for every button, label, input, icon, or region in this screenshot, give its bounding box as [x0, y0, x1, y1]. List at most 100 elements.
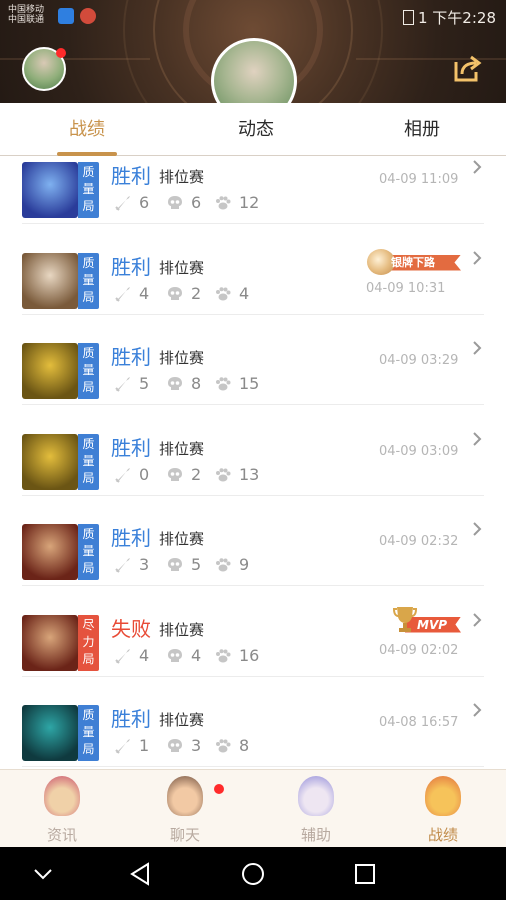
sword-icon [115, 286, 130, 302]
mode-tag-char: 量 [82, 453, 95, 468]
match-result: 胜利 [111, 707, 151, 731]
mvp-badge: MVP [391, 605, 461, 637]
sword-icon [115, 648, 130, 664]
nav-item-1[interactable]: 聊天 [145, 770, 225, 848]
match-time: 04-08 16:57 [379, 715, 459, 730]
mode-tag-char: 质 [82, 346, 95, 360]
mode-tag-char: 量 [82, 363, 95, 377]
assists-count: 4 [239, 283, 250, 303]
nav-label: 战绩 [427, 826, 458, 844]
mode-tag-char: 尽 [82, 617, 95, 632]
skull-icon [168, 467, 182, 481]
blue-dragon-hero-avatar [22, 162, 78, 218]
match-time: 04-09 02:02 [379, 642, 459, 658]
carrier-line: 中国移动 [8, 5, 45, 15]
assists-count: 9 [239, 555, 250, 574]
mode-tag: 尽力局 [78, 614, 99, 671]
match-list[interactable]: 质量局胜利 排位赛 6 6 12 04-09 11:09 质量局胜利 排位赛 4 2 4 04-09 … [0, 156, 506, 769]
paw-icon [216, 377, 231, 391]
sword-icon [115, 558, 130, 573]
red-armor-hero-avatar [22, 524, 78, 580]
nav-item-3[interactable]: 战绩 [403, 770, 483, 848]
deaths-count: 4 [191, 645, 202, 665]
deaths-count: 3 [191, 736, 202, 755]
match-row[interactable]: 尽力局失败 排位赛 4 4 16 04-09 02:02 MVP [0, 587, 506, 677]
sword-icon [115, 196, 130, 211]
match-row[interactable]: 质量局胜利 排位赛 0 2 13 04-09 03:09 [0, 406, 506, 496]
match-type: 排位赛 [159, 620, 205, 639]
mode-tag-char: 量 [82, 272, 95, 287]
mode-tag-char: 局 [82, 561, 95, 575]
tab-album[interactable]: 相册 [362, 103, 482, 156]
assists-count: 15 [239, 374, 260, 393]
mode-tag-char: 局 [82, 199, 95, 213]
sword-icon [115, 467, 130, 483]
mode-tag-char: 质 [82, 527, 95, 541]
home-icon[interactable] [238, 859, 268, 889]
mode-tag-char: 局 [82, 470, 95, 485]
match-type: 排位赛 [159, 168, 205, 186]
match-row[interactable]: 质量局胜利 排位赛 3 5 9 04-09 02:32 [0, 496, 506, 586]
mode-tag-char: 局 [82, 742, 95, 756]
mode-tag: 质量局 [78, 252, 99, 309]
back-icon[interactable] [126, 859, 156, 889]
share-icon[interactable] [452, 54, 482, 84]
match-row[interactable]: 质量局胜利 排位赛 6 6 12 04-09 11:09 [0, 156, 506, 224]
mode-tag: 质量局 [78, 524, 99, 580]
hide-keyboard-icon[interactable] [28, 859, 58, 889]
chevron-right-icon[interactable] [470, 249, 484, 267]
match-row[interactable]: 质量局胜利 排位赛 4 2 4 04-09 10:31 银牌下路 [0, 225, 506, 315]
skull-icon [168, 286, 182, 300]
mech-hero-avatar [22, 705, 78, 761]
chevron-right-icon[interactable] [470, 339, 484, 357]
match-result: 失败 [111, 616, 151, 641]
nav-item-2[interactable]: 辅助 [276, 770, 356, 848]
nav-item-0[interactable]: 资讯 [22, 770, 102, 848]
bottom-nav: 资讯 聊天 辅助 战绩 [0, 769, 506, 847]
nav-label: 资讯 [46, 826, 77, 844]
nav-label: 辅助 [300, 826, 331, 844]
skull-icon [168, 648, 182, 662]
kills-count: 4 [139, 645, 150, 665]
mode-tag-char: 质 [82, 255, 95, 270]
tab-record[interactable]: 战绩 [27, 103, 147, 156]
recents-icon[interactable] [350, 859, 380, 889]
assists-count: 12 [239, 193, 260, 212]
silver-rank-badge: 银牌下路 [367, 248, 461, 275]
paw-icon [216, 558, 231, 572]
kills-count: 3 [139, 555, 150, 574]
skull-icon [168, 196, 182, 209]
mode-tag: 质量局 [78, 162, 99, 218]
status-right: 1 下午2:28 [403, 7, 496, 28]
paw-icon [216, 286, 231, 300]
mode-tag-char: 量 [82, 725, 95, 739]
carrier-text: 中国移动 中国联通 [8, 5, 58, 25]
golden-warrior-hero-avatar [22, 343, 78, 399]
old-sage-hero-avatar [22, 252, 78, 309]
kills-count: 4 [139, 283, 150, 303]
mode-tag-char: 局 [82, 380, 95, 394]
mode-tag-char: 量 [82, 182, 95, 196]
skull-icon [168, 377, 182, 390]
assists-count: 13 [239, 464, 260, 484]
match-type: 排位赛 [159, 349, 205, 367]
battery-icon [403, 10, 414, 25]
mode-tag: 质量局 [78, 343, 99, 399]
match-type: 排位赛 [159, 530, 205, 548]
match-row[interactable]: 质量局胜利 排位赛 1 3 8 04-08 16:57 [0, 677, 506, 767]
match-result: 胜利 [111, 345, 151, 369]
chevron-right-icon[interactable] [470, 611, 484, 629]
chevron-right-icon[interactable] [470, 701, 484, 719]
header-decoration [356, 58, 506, 60]
kills-count: 6 [139, 193, 150, 212]
golden-warrior-hero-avatar [22, 433, 78, 490]
mode-tag-char: 局 [82, 289, 95, 304]
system-nav-bar [0, 847, 506, 900]
tab-moments[interactable]: 动态 [196, 103, 316, 156]
match-row[interactable]: 质量局胜利 排位赛 5 8 15 04-09 03:29 [0, 315, 506, 405]
chevron-right-icon[interactable] [470, 158, 484, 176]
chevron-right-icon[interactable] [470, 430, 484, 448]
trophy-icon [393, 606, 417, 632]
chevron-right-icon[interactable] [470, 520, 484, 538]
news-mascot-icon [44, 776, 80, 816]
